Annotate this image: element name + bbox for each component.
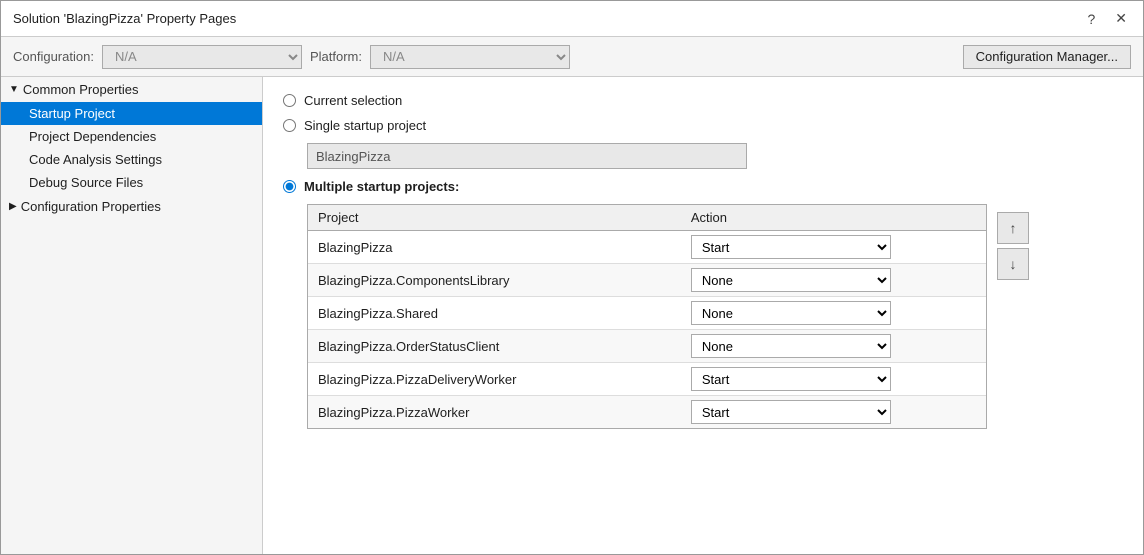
- config-bar: Configuration: N/A Platform: N/A Configu…: [1, 37, 1143, 77]
- single-project-input[interactable]: [307, 143, 747, 169]
- projects-table-container: Project Action BlazingPizza NoneStartStar…: [307, 204, 987, 429]
- sidebar-item-label: Code Analysis Settings: [29, 152, 162, 167]
- platform-dropdown[interactable]: N/A: [370, 45, 570, 69]
- action-cell: NoneStartStart without debugging: [681, 264, 986, 297]
- window-title: Solution 'BlazingPizza' Property Pages: [13, 11, 236, 26]
- sidebar-category-config[interactable]: ▶ Configuration Properties: [1, 194, 262, 219]
- action-cell: NoneStartStart without debugging: [681, 396, 986, 429]
- action-cell: NoneStartStart without debugging: [681, 297, 986, 330]
- radio-current-label: Current selection: [304, 93, 402, 108]
- table-side-buttons: ↑ ↓: [991, 204, 1035, 288]
- action-select[interactable]: NoneStartStart without debugging: [691, 400, 891, 424]
- action-select[interactable]: NoneStartStart without debugging: [691, 235, 891, 259]
- startup-options: Current selection Single startup project…: [283, 93, 1123, 429]
- sidebar-item-project-dependencies[interactable]: Project Dependencies: [1, 125, 262, 148]
- title-bar-buttons: ? ✕: [1083, 10, 1131, 27]
- radio-single-label: Single startup project: [304, 118, 426, 133]
- sidebar-item-label: Debug Source Files: [29, 175, 143, 190]
- project-cell: BlazingPizza.PizzaWorker: [308, 396, 681, 429]
- radio-current-selection-row: Current selection: [283, 93, 1123, 108]
- sidebar-item-label: Project Dependencies: [29, 129, 156, 144]
- col-header-action: Action: [681, 205, 986, 231]
- title-bar: Solution 'BlazingPizza' Property Pages ?…: [1, 1, 1143, 37]
- action-select[interactable]: NoneStartStart without debugging: [691, 334, 891, 358]
- col-header-project: Project: [308, 205, 681, 231]
- arrow-icon: ▼: [9, 84, 19, 95]
- sidebar-item-label: Startup Project: [29, 106, 115, 121]
- action-cell: NoneStartStart without debugging: [681, 231, 986, 264]
- config-manager-button[interactable]: Configuration Manager...: [963, 45, 1131, 69]
- sidebar-item-code-analysis[interactable]: Code Analysis Settings: [1, 148, 262, 171]
- config-label: Configuration:: [13, 49, 94, 64]
- radio-single-startup-row: Single startup project: [283, 118, 1123, 133]
- property-pages-window: Solution 'BlazingPizza' Property Pages ?…: [0, 0, 1144, 555]
- radio-current-selection[interactable]: [283, 94, 296, 107]
- close-button[interactable]: ✕: [1111, 10, 1131, 27]
- content-area: Current selection Single startup project…: [263, 77, 1143, 554]
- sidebar: ▼ Common Properties Startup Project Proj…: [1, 77, 263, 554]
- main-content: ▼ Common Properties Startup Project Proj…: [1, 77, 1143, 554]
- project-cell: BlazingPizza.ComponentsLibrary: [308, 264, 681, 297]
- sidebar-item-debug-source[interactable]: Debug Source Files: [1, 171, 262, 194]
- radio-multiple-row: Multiple startup projects:: [283, 179, 1123, 194]
- help-button[interactable]: ?: [1083, 11, 1099, 27]
- table-row: BlazingPizza NoneStartStart without debug…: [308, 231, 986, 264]
- table-row: BlazingPizza.Shared NoneStartStart withou…: [308, 297, 986, 330]
- radio-single-startup[interactable]: [283, 119, 296, 132]
- table-row: BlazingPizza.PizzaDeliveryWorker NoneStar…: [308, 363, 986, 396]
- move-up-button[interactable]: ↑: [997, 212, 1029, 244]
- table-row: BlazingPizza.OrderStatusClient NoneStartS…: [308, 330, 986, 363]
- action-select[interactable]: NoneStartStart without debugging: [691, 268, 891, 292]
- project-cell: BlazingPizza.PizzaDeliveryWorker: [308, 363, 681, 396]
- single-project-field-row: [283, 143, 1123, 169]
- move-down-button[interactable]: ↓: [997, 248, 1029, 280]
- table-row: BlazingPizza.ComponentsLibrary NoneStartS…: [308, 264, 986, 297]
- sidebar-category-config-label: Configuration Properties: [21, 199, 161, 214]
- config-dropdown[interactable]: N/A: [102, 45, 302, 69]
- projects-table: Project Action BlazingPizza NoneStartStar…: [308, 205, 986, 428]
- action-select[interactable]: NoneStartStart without debugging: [691, 301, 891, 325]
- action-select[interactable]: NoneStartStart without debugging: [691, 367, 891, 391]
- project-cell: BlazingPizza.OrderStatusClient: [308, 330, 681, 363]
- sidebar-category-label: Common Properties: [23, 82, 139, 97]
- radio-multiple-startup[interactable]: [283, 180, 296, 193]
- sidebar-item-startup-project[interactable]: Startup Project: [1, 102, 262, 125]
- sidebar-category-common[interactable]: ▼ Common Properties: [1, 77, 262, 102]
- projects-table-section: Project Action BlazingPizza NoneStartStar…: [283, 204, 1123, 429]
- arrow-collapsed-icon: ▶: [9, 201, 17, 212]
- table-row: BlazingPizza.PizzaWorker NoneStartStart w…: [308, 396, 986, 429]
- action-cell: NoneStartStart without debugging: [681, 330, 986, 363]
- up-arrow-icon: ↑: [1010, 220, 1017, 236]
- platform-label: Platform:: [310, 49, 362, 64]
- project-cell: BlazingPizza.Shared: [308, 297, 681, 330]
- radio-multiple-label: Multiple startup projects:: [304, 179, 459, 194]
- action-cell: NoneStartStart without debugging: [681, 363, 986, 396]
- down-arrow-icon: ↓: [1010, 256, 1017, 272]
- project-cell: BlazingPizza: [308, 231, 681, 264]
